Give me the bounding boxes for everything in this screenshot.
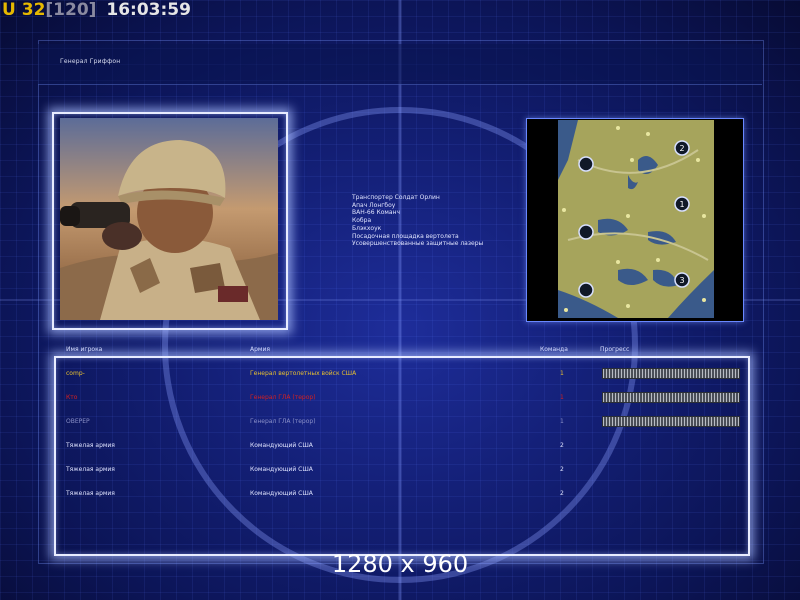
start-position-label: 2 bbox=[679, 144, 684, 153]
player-name: Кто bbox=[66, 394, 78, 401]
fps-clock-hud: U 32[120] 16:03:59 bbox=[2, 0, 191, 20]
start-position-label: 1 bbox=[679, 200, 684, 209]
start-position-label: 3 bbox=[679, 276, 684, 285]
army-name: Генерал ГЛА (терор) bbox=[250, 394, 316, 401]
clock: 16:03:59 bbox=[106, 0, 191, 20]
army-name: Командующий США bbox=[250, 466, 313, 473]
loading-progress-bar bbox=[602, 392, 740, 403]
team-number: 2 bbox=[560, 442, 564, 449]
table-row: Кто Генерал ГЛА (терор) 1 bbox=[0, 392, 800, 406]
army-name: Генерал вертолетных войск США bbox=[250, 370, 357, 377]
unit-item: Апач Лонгбоу bbox=[352, 201, 396, 209]
player-name: Тяжелая армия bbox=[66, 490, 115, 497]
table-row: Тяжелая армия Командующий США 2 bbox=[0, 490, 800, 502]
loading-progress-bar bbox=[602, 416, 740, 427]
players-panel bbox=[54, 356, 750, 556]
table-row: Тяжелая армия Командующий США 2 bbox=[0, 442, 800, 454]
player-name: ОВЕРЕР bbox=[66, 418, 90, 425]
army-name: Командующий США bbox=[250, 442, 313, 449]
column-header-progress: Прогресс bbox=[600, 346, 630, 353]
unit-item: Усовершенствованные защитные лазеры bbox=[352, 240, 484, 248]
column-header-army: Армия bbox=[250, 346, 270, 353]
resolution-label: 1280 x 960 bbox=[331, 550, 469, 578]
team-number: 2 bbox=[560, 466, 564, 473]
table-row: comp- Генерал вертолетных войск США 1 bbox=[0, 368, 800, 382]
general-portrait bbox=[60, 118, 278, 320]
map-preview: 2 1 3 bbox=[558, 120, 714, 318]
table-row: ОВЕРЕР Генерал ГЛА (терор) 1 bbox=[0, 416, 800, 430]
player-name: Тяжелая армия bbox=[66, 442, 115, 449]
general-name: Генерал Гриффон bbox=[60, 58, 121, 65]
fps-value: 32 bbox=[21, 0, 46, 20]
team-number: 1 bbox=[560, 418, 564, 425]
fps-max: [120] bbox=[45, 0, 97, 20]
header-bar bbox=[38, 44, 762, 85]
available-units-list: Транспортер Солдат Орлин Апач Лонгбоу ВА… bbox=[352, 194, 483, 248]
army-name: Генерал ГЛА (терор) bbox=[250, 418, 316, 425]
player-name: Тяжелая армия bbox=[66, 466, 115, 473]
column-header-player: Имя игрока bbox=[66, 346, 103, 353]
team-number: 1 bbox=[560, 370, 564, 377]
team-number: 1 bbox=[560, 394, 564, 401]
unit-item: Посадочная площадка вертолета bbox=[352, 232, 459, 240]
team-number: 2 bbox=[560, 490, 564, 497]
loading-progress-bar bbox=[602, 368, 740, 379]
unit-item: Кобра bbox=[352, 217, 372, 225]
unit-item: Транспортер Солдат Орлин bbox=[352, 194, 440, 201]
unit-item: ВАН-66 Команч bbox=[352, 209, 401, 217]
table-row: Тяжелая армия Командующий США 2 bbox=[0, 466, 800, 478]
player-name: comp- bbox=[66, 370, 85, 377]
column-header-team: Команда bbox=[540, 346, 568, 353]
army-name: Командующий США bbox=[250, 490, 313, 497]
unit-item: Блэкхоук bbox=[352, 224, 382, 232]
hud-prefix: U bbox=[2, 0, 16, 20]
